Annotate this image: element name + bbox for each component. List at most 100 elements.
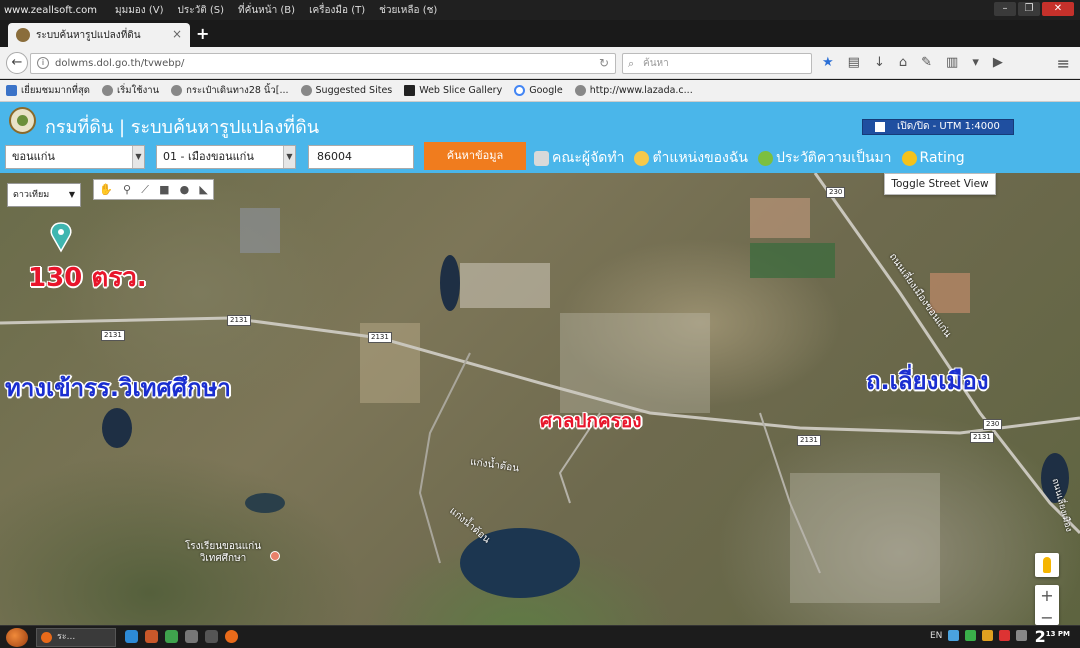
road-shield: 2131 bbox=[227, 315, 251, 326]
zoom-out-button[interactable]: − bbox=[1035, 607, 1059, 625]
menu-hamburger-icon[interactable]: ≡ bbox=[1057, 54, 1070, 73]
minimize-button[interactable]: – bbox=[994, 2, 1016, 16]
dropdown-icon[interactable]: ▾ bbox=[972, 55, 979, 70]
network-icon[interactable] bbox=[965, 630, 977, 641]
road-shield: 2131 bbox=[970, 432, 994, 443]
toolbar-icons: ★ ▤ ↓ ⌂ ✎ ▥ ▾ ▶ bbox=[822, 55, 1003, 70]
taskbar: ระ... EN 213 PM bbox=[0, 625, 1080, 648]
url-text: dolwms.dol.go.th/tvwebp/ bbox=[55, 58, 185, 69]
annotation-area: 130 ตรว. bbox=[28, 263, 147, 293]
address-bar[interactable]: i dolwms.dol.go.th/tvwebp/ ↻ bbox=[30, 53, 616, 74]
start-button[interactable] bbox=[6, 628, 28, 647]
bookmark-label: Web Slice Gallery bbox=[419, 85, 503, 96]
circle-icon[interactable]: ● bbox=[180, 183, 190, 196]
sprout-icon bbox=[758, 150, 774, 166]
drawing-toolbar: ✋ ⚲ ⟋ ■ ● ◣ bbox=[93, 179, 214, 200]
menu-tools[interactable]: เครื่องมือ (T) bbox=[309, 3, 365, 18]
volume-icon[interactable] bbox=[1016, 630, 1028, 641]
link-label: คณะผู้จัดทำ bbox=[552, 150, 625, 166]
urban-area bbox=[790, 473, 940, 603]
language-indicator[interactable]: EN bbox=[930, 631, 942, 641]
app-icon[interactable] bbox=[205, 630, 218, 643]
chrome-icon[interactable] bbox=[165, 630, 178, 643]
clock[interactable]: 213 PM bbox=[1035, 627, 1070, 646]
utm-toggle[interactable]: เปิด/ปิด - UTM 1:4000 bbox=[862, 119, 1014, 135]
tab-strip: ระบบค้นหารูปแปลงที่ดิน × + bbox=[0, 20, 1080, 47]
tray-icon[interactable] bbox=[999, 630, 1011, 641]
link-history[interactable]: ประวัติความเป็นมา bbox=[758, 147, 892, 169]
rectangle-icon[interactable]: ■ bbox=[159, 183, 169, 196]
reading-list-icon[interactable]: ▤ bbox=[848, 55, 860, 70]
province-select[interactable]: ขอนแก่น ▼ bbox=[5, 145, 145, 169]
browser-tab[interactable]: ระบบค้นหารูปแปลงที่ดิน × bbox=[8, 23, 190, 47]
polyline-icon[interactable]: ⟋ bbox=[141, 183, 149, 197]
ie-icon[interactable] bbox=[125, 630, 138, 643]
link-team[interactable]: คณะผู้จัดทำ bbox=[534, 147, 624, 169]
parcel-number-input[interactable]: 86004 bbox=[308, 145, 414, 169]
tab-favicon-icon bbox=[16, 28, 30, 42]
close-window-button[interactable]: ✕ bbox=[1042, 2, 1074, 16]
warning-icon[interactable] bbox=[982, 630, 994, 641]
zoom-in-button[interactable]: + bbox=[1035, 585, 1059, 607]
urban-area bbox=[560, 313, 710, 413]
marker-icon[interactable]: ⚲ bbox=[123, 183, 131, 196]
school-marker-icon[interactable] bbox=[270, 551, 280, 561]
satellite-map[interactable]: ดาวเทียม ▼ ✋ ⚲ ⟋ ■ ● ◣ Toggle Street Vie… bbox=[0, 173, 1080, 625]
annotation-road: ถ.เลี่ยงเมือง bbox=[866, 367, 989, 395]
district-select[interactable]: 01 - เมืองขอนแก่น ▼ bbox=[156, 145, 296, 169]
bookmark-label: Suggested Sites bbox=[315, 85, 393, 96]
team-icon bbox=[534, 150, 549, 166]
clock-hour: 2 bbox=[1034, 627, 1046, 646]
back-button[interactable]: ← bbox=[6, 52, 28, 74]
extension-icon[interactable]: ✎ bbox=[921, 55, 932, 70]
reload-icon[interactable]: ↻ bbox=[599, 54, 609, 73]
polygon-icon[interactable]: ◣ bbox=[199, 183, 207, 196]
bookmark-lazada[interactable]: http://www.lazada.c... bbox=[574, 85, 693, 96]
taskbar-firefox-item[interactable]: ระ... bbox=[36, 628, 116, 647]
search-button[interactable]: ค้นหาข้อมูล bbox=[424, 142, 526, 170]
search-icon: ⌕ bbox=[628, 57, 635, 70]
bookmark-luggage[interactable]: กระเป๋าเดินทาง28 นิ้ว[... bbox=[171, 83, 289, 98]
bookmark-google[interactable]: Google bbox=[514, 85, 563, 96]
bookmark-star-icon[interactable]: ★ bbox=[822, 55, 834, 70]
maximize-button[interactable]: ❐ bbox=[1018, 2, 1040, 16]
download-icon[interactable]: ↓ bbox=[874, 55, 885, 70]
parcel-search-row: ขอนแก่น ▼ 01 - เมืองขอนแก่น ▼ 86004 ค้นห… bbox=[0, 142, 1080, 173]
app-icon[interactable] bbox=[145, 630, 158, 643]
location-pin-icon[interactable] bbox=[50, 222, 72, 253]
menu-view[interactable]: มุมมอง (V) bbox=[115, 3, 164, 18]
bookmark-web-slice[interactable]: Web Slice Gallery bbox=[404, 85, 502, 96]
bookmark-getting-started[interactable]: เริ่มใช้งาน bbox=[101, 83, 160, 98]
search-placeholder: ค้นหา bbox=[643, 58, 669, 69]
new-tab-button[interactable]: + bbox=[196, 24, 209, 43]
bookmark-most-visited[interactable]: เยี่ยมชมมากที่สุด bbox=[6, 83, 90, 98]
app-icon[interactable] bbox=[185, 630, 198, 643]
link-rating[interactable]: Rating bbox=[901, 147, 965, 169]
menu-bookmarks[interactable]: ที่คั่นหน้า (B) bbox=[238, 3, 295, 18]
menu-help[interactable]: ช่วยเหลือ (ช) bbox=[379, 3, 437, 18]
firefox-icon[interactable] bbox=[225, 630, 238, 643]
clock-minutes: 13 PM bbox=[1045, 630, 1070, 638]
green-field bbox=[750, 243, 835, 278]
minor-road bbox=[418, 352, 471, 564]
browser-search-input[interactable]: ⌕ ค้นหา bbox=[622, 53, 812, 74]
globe-icon bbox=[574, 85, 586, 96]
bookmark-suggested-sites[interactable]: Suggested Sites bbox=[300, 85, 393, 96]
youtube-icon[interactable]: ▶ bbox=[993, 55, 1003, 70]
menu-history[interactable]: ประวัติ (S) bbox=[178, 3, 225, 18]
system-tray: EN bbox=[930, 630, 1028, 641]
home-icon[interactable]: ⌂ bbox=[899, 55, 907, 70]
link-my-location[interactable]: ตำแหน่งของฉัน bbox=[634, 147, 748, 169]
street-view-pegman-icon[interactable] bbox=[1035, 553, 1059, 577]
clipboard-icon[interactable]: ▥ bbox=[946, 55, 958, 70]
toggle-street-view-button[interactable]: Toggle Street View bbox=[884, 173, 996, 195]
bookmark-label: เริ่มใช้งาน bbox=[116, 85, 160, 96]
close-tab-icon[interactable]: × bbox=[172, 27, 182, 41]
info-icon[interactable]: i bbox=[37, 57, 49, 69]
map-type-select[interactable]: ดาวเทียม ▼ bbox=[7, 183, 81, 207]
hand-icon[interactable]: ✋ bbox=[99, 183, 113, 196]
tray-icon[interactable] bbox=[948, 630, 960, 641]
utm-checkbox[interactable] bbox=[875, 122, 885, 132]
map-type-value: ดาวเทียม bbox=[13, 190, 50, 200]
tab-title: ระบบค้นหารูปแปลงที่ดิน bbox=[36, 29, 141, 41]
